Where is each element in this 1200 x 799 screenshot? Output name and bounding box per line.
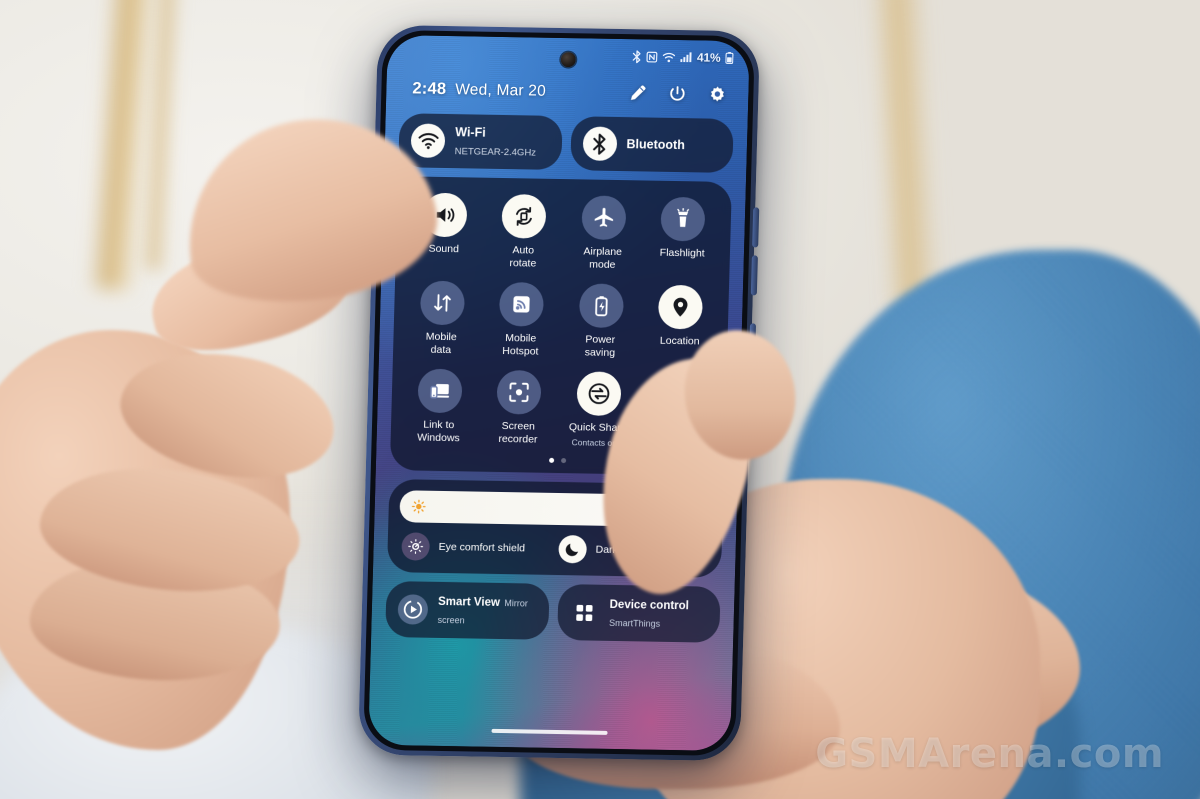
signal-icon [679, 52, 692, 63]
smart-view-card[interactable]: Smart View Mirror screen [385, 581, 550, 640]
screen-recorder-icon [496, 370, 542, 416]
tile-label: Airplane mode [583, 245, 623, 271]
quick-share-icon [576, 371, 622, 417]
smart-view-title: Smart View [437, 596, 501, 610]
device-control-title: Device control [609, 599, 690, 613]
tile-label: Sound [428, 242, 460, 256]
brightness-sun-icon [411, 499, 426, 514]
flashlight-icon [660, 196, 706, 242]
tile-label: Power saving [584, 333, 616, 359]
quick-settings-header: 2:48 Wed, Mar 20 [386, 79, 748, 104]
link-to-windows-icon [417, 368, 463, 414]
clock-time: 2:48 [412, 79, 447, 98]
bluetooth-title: Bluetooth [626, 137, 685, 153]
power-saving-icon [578, 283, 624, 329]
settings-gear-icon[interactable] [708, 85, 727, 103]
bluetooth-icon [582, 126, 617, 161]
device-control-subtitle: SmartThings [608, 618, 661, 629]
edit-icon[interactable] [629, 84, 646, 101]
tile-auto-rotate[interactable]: Auto rotate [483, 193, 565, 271]
tile-label: Auto rotate [509, 244, 537, 270]
eye-comfort-shield-icon [401, 532, 431, 561]
wifi-icon [662, 51, 675, 62]
dark-mode-icon [558, 535, 588, 564]
bluetooth-icon [632, 49, 641, 63]
status-bar: 41% [632, 49, 734, 65]
page-dot-1[interactable] [548, 457, 554, 464]
header-actions [629, 84, 726, 104]
tile-airplane-mode[interactable]: Airplane mode [562, 195, 644, 272]
battery-percent: 41% [696, 50, 721, 65]
tile-label: Location [659, 334, 700, 348]
tile-label: Flashlight [659, 246, 705, 260]
front-camera [560, 52, 577, 68]
page-dot-2[interactable] [560, 458, 566, 464]
wifi-card[interactable]: Wi-Fi NETGEAR-2.4GHz [398, 113, 563, 171]
tile-mobile-hotspot[interactable]: Mobile Hotspot [480, 282, 562, 359]
battery-icon [725, 51, 734, 65]
tile-label: Link to Windows [416, 419, 460, 445]
device-control-card[interactable]: Device control SmartThings [556, 584, 721, 643]
connectivity-row: Wi-Fi NETGEAR-2.4GHz Bluetooth [398, 113, 734, 174]
tile-mobile-data[interactable]: Mobile data [401, 280, 483, 357]
device-control-icon [569, 597, 600, 628]
smart-view-icon [397, 594, 429, 625]
tile-flashlight[interactable]: Flashlight [642, 196, 724, 273]
nfc-icon [646, 51, 657, 63]
airplane-icon [581, 195, 627, 241]
photo-scene: 41% 2:48 Wed, Mar 20 Wi-Fi NETGEAR-2.4GH… [0, 0, 1200, 799]
tile-label: Mobile data [425, 330, 457, 356]
tile-power-saving[interactable]: Power saving [560, 283, 642, 360]
tile-label: Screen recorder [498, 420, 538, 446]
eye-comfort-shield-label: Eye comfort shield [438, 541, 526, 555]
eye-comfort-shield-toggle[interactable]: Eye comfort shield [401, 532, 551, 563]
volume-down-button[interactable] [750, 255, 758, 296]
wifi-card-text: Wi-Fi NETGEAR-2.4GHz [454, 123, 549, 161]
clock-date-text: Wed, Mar 20 [455, 81, 547, 100]
wifi-subtitle: NETGEAR-2.4GHz [454, 146, 537, 159]
tile-label: Mobile Hotspot [502, 332, 539, 358]
location-icon [658, 284, 704, 330]
bluetooth-card[interactable]: Bluetooth [569, 116, 734, 174]
wifi-icon [410, 123, 446, 158]
power-icon[interactable] [668, 84, 687, 102]
navigation-handle[interactable] [491, 728, 608, 735]
tile-link-to-windows[interactable]: Link to Windows [399, 368, 481, 446]
volume-up-button[interactable] [752, 207, 760, 248]
bluetooth-card-text: Bluetooth [626, 135, 685, 154]
smart-view-text: Smart View Mirror screen [437, 592, 536, 630]
clock-date: 2:48 Wed, Mar 20 [412, 79, 546, 100]
mobile-hotspot-icon [499, 282, 545, 327]
auto-rotate-icon [501, 193, 547, 239]
wifi-title: Wi-Fi [455, 125, 486, 140]
mobile-data-icon [419, 280, 465, 326]
device-control-text: Device control SmartThings [609, 595, 708, 633]
tile-screen-recorder[interactable]: Screen recorder [478, 370, 560, 447]
